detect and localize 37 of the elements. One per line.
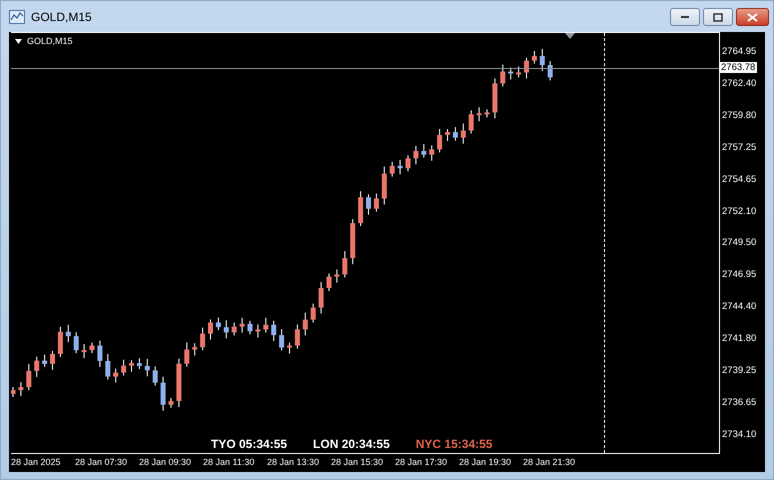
symbol-label: GOLD,M15 <box>27 36 73 46</box>
price-tick: 2744.40 <box>722 301 758 312</box>
price-tick: 2736.65 <box>722 396 758 408</box>
time-tick: 28 Jan 11:30 <box>203 456 256 469</box>
price-tick: 2762.40 <box>722 78 758 89</box>
price-tick: 2752.10 <box>722 206 758 217</box>
chart-icon <box>9 10 25 24</box>
price-tick: 2741.80 <box>722 333 758 344</box>
window-title: GOLD,M15 <box>31 10 92 24</box>
price-tick: 2734.10 <box>722 428 758 440</box>
time-tick: 28 Jan 13:30 <box>267 456 320 469</box>
time-tick: 28 Jan 09:30 <box>139 456 192 469</box>
dropdown-triangle-icon[interactable] <box>15 38 22 44</box>
price-tick: 2754.65 <box>722 174 758 185</box>
minimize-icon <box>680 15 690 19</box>
time-tick: 28 Jan 2025 <box>11 456 62 469</box>
time-tick: 28 Jan 15:30 <box>331 456 384 469</box>
current-price-label: 2763.78 <box>719 62 758 73</box>
maximize-icon <box>713 12 723 22</box>
session-clock: LON 20:34:55 <box>313 437 390 451</box>
price-tick: 2746.95 <box>722 269 758 280</box>
close-button[interactable] <box>736 8 769 26</box>
price-tick: 2764.95 <box>722 46 758 57</box>
time-tick: 28 Jan 07:30 <box>75 456 128 469</box>
time-tick: 28 Jan 19:30 <box>459 456 512 469</box>
minimize-button[interactable] <box>670 8 700 26</box>
price-tick: 2749.50 <box>722 237 758 248</box>
maximize-button[interactable] <box>703 8 733 26</box>
time-tick: 28 Jan 17:30 <box>395 456 448 469</box>
price-tick: 2757.25 <box>722 142 758 153</box>
price-tick: 2739.25 <box>722 365 758 376</box>
price-tick: 2759.80 <box>722 110 758 121</box>
session-clock: NYC 15:34:55 <box>416 437 492 451</box>
chart-shift-marker-icon[interactable] <box>565 33 575 39</box>
time-tick: 28 Jan 21:30 <box>523 456 576 469</box>
session-clock: TYO 05:34:55 <box>211 437 288 451</box>
close-icon <box>747 12 758 22</box>
